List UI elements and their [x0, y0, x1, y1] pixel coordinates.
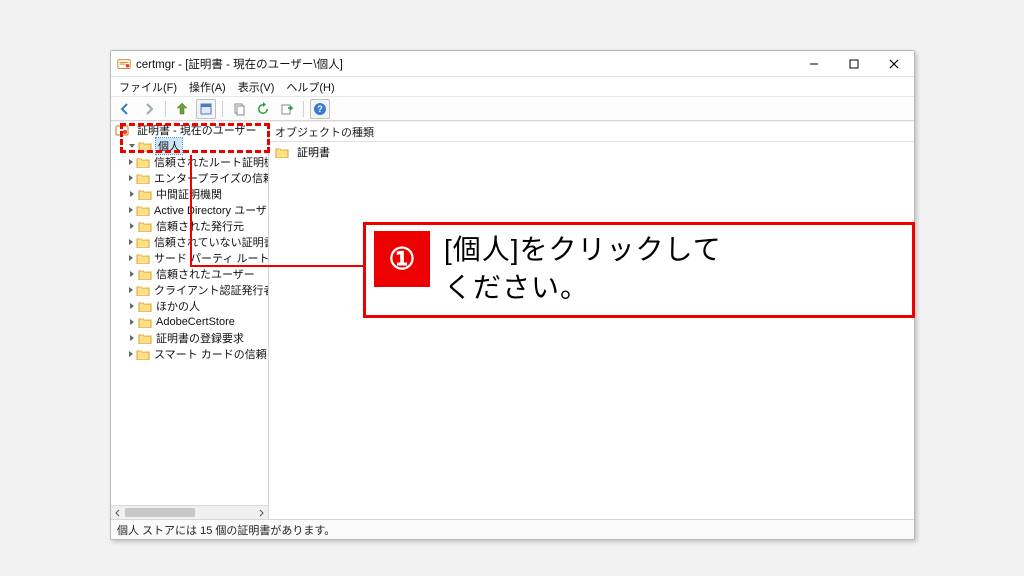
toolbar-separator — [222, 101, 223, 117]
menu-bar: ファイル(F) 操作(A) 表示(V) ヘルプ(H) — [111, 77, 914, 97]
window-title: certmgr - [証明書 - 現在のユーザー\個人] — [136, 56, 343, 72]
toolbar: ? — [111, 97, 914, 121]
menu-help[interactable]: ヘルプ(H) — [286, 79, 334, 95]
folder-icon — [138, 140, 152, 152]
tree-item-label: スマート カードの信頼されたルート — [154, 346, 269, 362]
list-item-label: 証明書 — [297, 144, 330, 160]
chevron-right-icon[interactable] — [127, 285, 135, 295]
chevron-right-icon[interactable] — [127, 333, 137, 343]
tree-item[interactable]: クライアント認証発行者 — [111, 282, 268, 298]
window-controls — [794, 51, 914, 76]
annotation-connector-vertical — [190, 155, 192, 266]
folder-icon — [136, 236, 150, 248]
chevron-right-icon[interactable] — [127, 253, 135, 263]
menu-action[interactable]: 操作(A) — [189, 79, 226, 95]
folder-icon — [136, 284, 150, 296]
status-text: 個人 ストアには 15 個の証明書があります。 — [117, 522, 335, 538]
close-button[interactable] — [874, 51, 914, 76]
toolbar-properties-button[interactable] — [196, 99, 216, 119]
chevron-right-icon[interactable] — [127, 317, 137, 327]
toolbar-separator — [165, 101, 166, 117]
toolbar-copy-button[interactable] — [229, 99, 249, 119]
column-header-label: オブジェクトの種類 — [275, 124, 374, 140]
chevron-right-icon[interactable] — [127, 173, 135, 183]
folder-icon — [136, 252, 150, 264]
scrollbar-thumb[interactable] — [125, 508, 195, 517]
folder-icon — [138, 188, 152, 200]
list-view[interactable]: オブジェクトの種類 証明書 — [269, 122, 914, 519]
maximize-button[interactable] — [834, 51, 874, 76]
chevron-right-icon[interactable] — [127, 349, 135, 359]
folder-icon — [138, 332, 152, 344]
tree-item-label: Active Directory ユーザー オブジ — [154, 202, 269, 218]
tree-item-label: 信頼されていない証明書 — [154, 234, 269, 250]
tree-item[interactable]: AdobeCertStore — [111, 314, 268, 330]
tree-item-label: 中間証明機関 — [156, 186, 222, 202]
scrollbar-track[interactable] — [125, 506, 254, 519]
toolbar-separator — [303, 101, 304, 117]
list-item[interactable]: 証明書 — [269, 142, 914, 162]
scroll-left-icon[interactable] — [111, 506, 125, 519]
tree-item-label: 信頼された発行元 — [156, 218, 244, 234]
tree-item-label: 信頼されたユーザー — [156, 266, 255, 282]
tree-item-label: エンタープライズの信頼 — [154, 170, 269, 186]
tree-item-label: サード パーティ ルート証明機関 — [154, 250, 269, 266]
folder-icon — [138, 268, 152, 280]
chevron-right-icon[interactable] — [127, 189, 137, 199]
chevron-right-icon[interactable] — [127, 269, 137, 279]
chevron-right-icon[interactable] — [127, 141, 137, 151]
tree-item[interactable]: 証明書の登録要求 — [111, 330, 268, 346]
client-area: 証明書 - 現在のユーザー 個人信頼されたルート証明機関エンタープライズの信頼中… — [111, 121, 914, 519]
folder-icon — [136, 348, 150, 360]
tree-item-label: 証明書の登録要求 — [156, 330, 244, 346]
folder-icon — [136, 156, 150, 168]
tree-root[interactable]: 証明書 - 現在のユーザー — [111, 122, 268, 138]
tree-item-label: AdobeCertStore — [156, 316, 235, 328]
annotation-text-line2: ください。 — [444, 269, 722, 307]
folder-icon — [136, 204, 150, 216]
chevron-right-icon[interactable] — [127, 221, 137, 231]
folder-icon — [138, 220, 152, 232]
tree-item-label: 個人 — [156, 138, 182, 154]
folder-icon — [136, 172, 150, 184]
minimize-button[interactable] — [794, 51, 834, 76]
status-bar: 個人 ストアには 15 個の証明書があります。 — [111, 519, 914, 539]
cert-root-icon — [115, 124, 129, 136]
chevron-right-icon[interactable] — [127, 301, 137, 311]
svg-text:?: ? — [317, 104, 323, 114]
up-button[interactable] — [172, 99, 192, 119]
back-button[interactable] — [115, 99, 135, 119]
tree-item-label: 信頼されたルート証明機関 — [154, 154, 269, 170]
scroll-right-icon[interactable] — [254, 506, 268, 519]
annotation-number-badge: ① — [374, 231, 430, 287]
annotation-text: [個人]をクリックして ください。 — [444, 231, 722, 305]
annotation-number: ① — [389, 242, 416, 277]
folder-icon — [138, 300, 152, 312]
toolbar-export-button[interactable] — [277, 99, 297, 119]
tree-item-label: ほかの人 — [156, 298, 200, 314]
tree-item[interactable]: ほかの人 — [111, 298, 268, 314]
folder-icon — [138, 316, 152, 328]
annotation-callout: ① [個人]をクリックして ください。 — [363, 222, 915, 318]
chevron-right-icon[interactable] — [127, 237, 135, 247]
toolbar-refresh-button[interactable] — [253, 99, 273, 119]
folder-icon — [275, 146, 289, 158]
certmgr-icon — [117, 57, 131, 71]
tree-horizontal-scrollbar[interactable] — [111, 505, 268, 519]
column-header-object-type[interactable]: オブジェクトの種類 — [269, 122, 914, 142]
tree-item[interactable]: 個人 — [111, 138, 268, 154]
forward-button[interactable] — [139, 99, 159, 119]
title-bar: certmgr - [証明書 - 現在のユーザー\個人] — [111, 51, 914, 77]
menu-view[interactable]: 表示(V) — [238, 79, 275, 95]
chevron-right-icon[interactable] — [127, 205, 135, 215]
tree-item-label: クライアント認証発行者 — [154, 282, 269, 298]
tree-item[interactable]: スマート カードの信頼されたルート — [111, 346, 268, 362]
annotation-text-line1: [個人]をクリックして — [444, 231, 722, 269]
tree-item[interactable]: 信頼されたユーザー — [111, 266, 268, 282]
toolbar-help-button[interactable]: ? — [310, 99, 330, 119]
menu-file[interactable]: ファイル(F) — [119, 79, 177, 95]
chevron-right-icon[interactable] — [127, 157, 135, 167]
tree-root-label: 証明書 - 現在のユーザー — [137, 122, 257, 138]
annotation-connector — [190, 265, 365, 267]
